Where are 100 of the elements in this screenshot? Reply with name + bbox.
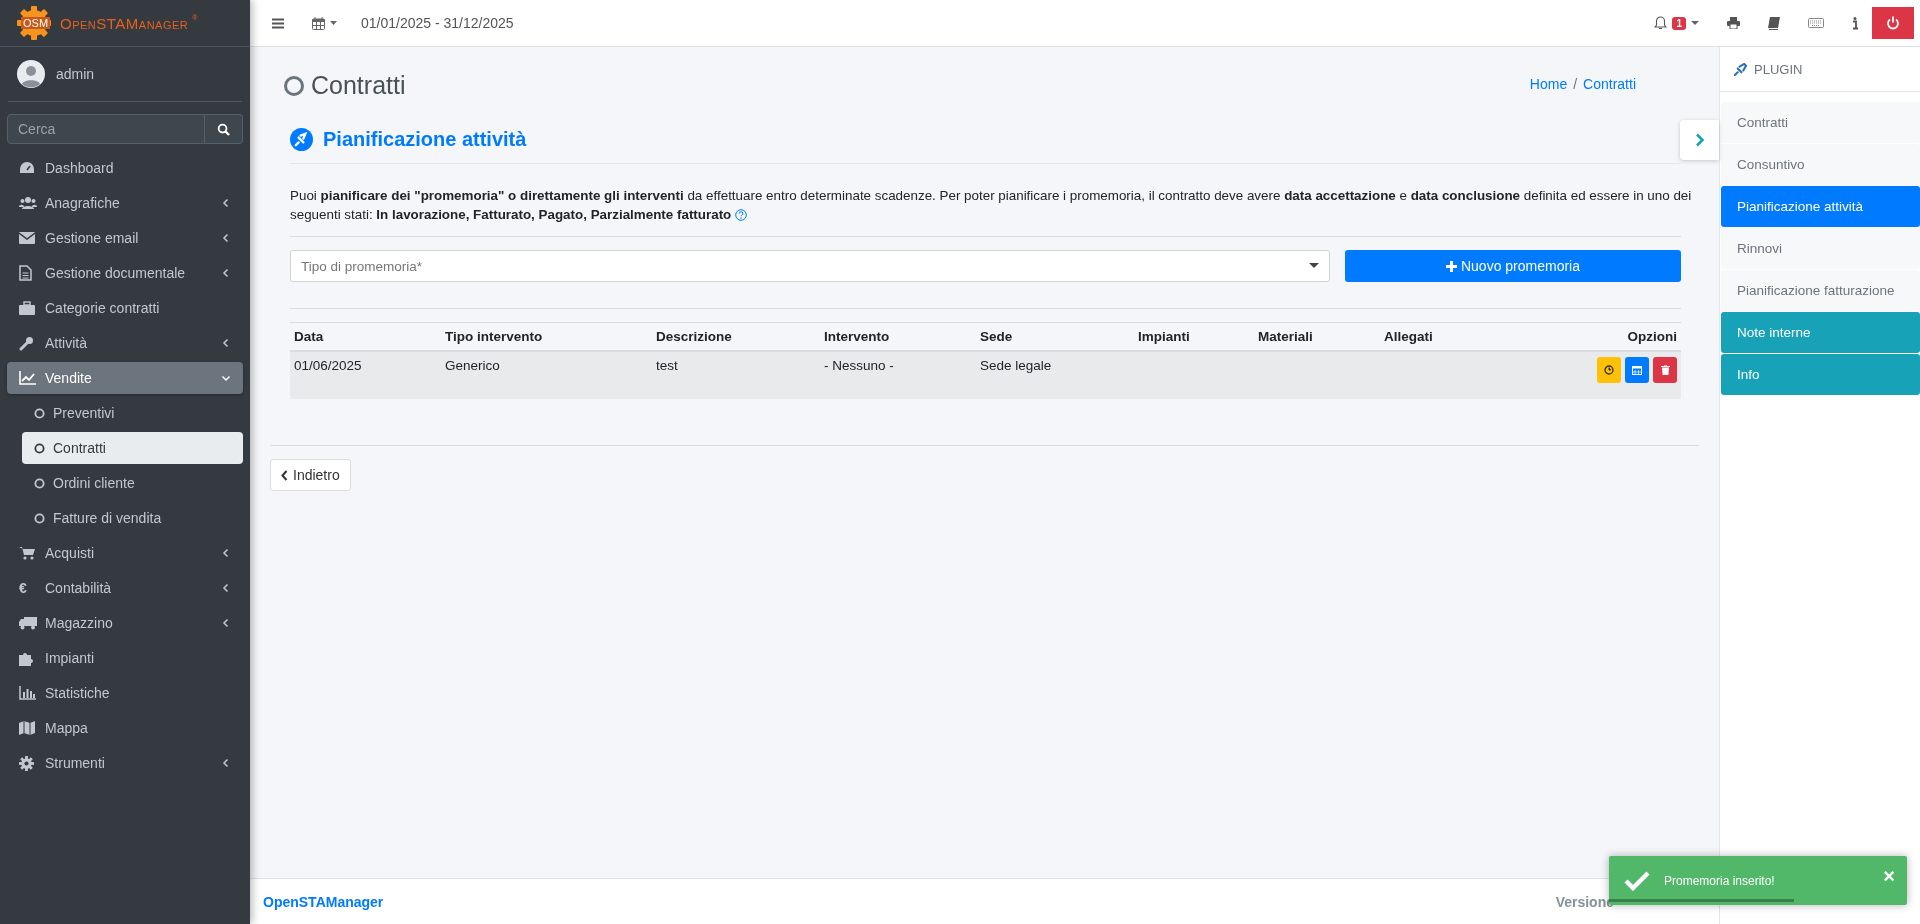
trash-icon [1660,365,1670,375]
euro-icon: € [19,580,27,596]
table-cell: Sede legale [980,358,1052,373]
table-cell: test [656,358,678,373]
cart-icon [19,546,35,560]
breadcrumb-link[interactable]: Home [1529,75,1568,92]
column-header: Data [294,329,324,344]
gear-icon [19,755,34,771]
search-icon [217,122,230,136]
plugin-tab[interactable]: Rinnovi [1721,228,1920,269]
calendar-icon [1632,365,1642,375]
table-cell: Generico [445,358,500,373]
avatar-icon [17,60,45,88]
wrench-icon [19,335,34,351]
plugin-tab[interactable]: Pianificazione fatturazione [1721,270,1920,311]
footer-brand-link[interactable]: OpenSTAManager [263,893,384,910]
keyboard-icon [1808,18,1824,28]
date-range[interactable]: 01/01/2025 - 31/12/2025 [361,15,514,31]
menu-item[interactable]: Statistiche [7,677,243,709]
submenu-item[interactable]: Ordini cliente [22,467,243,499]
description-text: Puoi pianificare dei "promemoria" o direttamente gli interventi da effettuare entro determinate scadenze. Per poter pianificare i promemoria, il contratto deve avere data accettazione e data conclusione definita ed essere in uno dei [290,187,1692,205]
briefcase-icon [19,301,35,315]
menu-item[interactable]: Strumenti [7,747,243,779]
menu-item[interactable]: Anagrafiche [7,187,243,219]
circle-icon [34,407,45,419]
bell-icon [1654,16,1668,30]
caret-icon [1309,263,1319,269]
column-header: Impianti [1138,329,1190,344]
plugin-tab[interactable]: Consuntivo [1721,144,1920,185]
table-cell: 01/06/2025 [294,358,362,373]
plug-icon [1734,62,1747,76]
breadcrumb-separator: / [1573,75,1578,92]
column-header: Sede [980,329,1013,344]
menu-item[interactable]: € Contabilità [7,572,243,604]
column-header: Materiali [1258,329,1313,344]
power-icon [1886,16,1900,30]
calendar-icon [312,16,325,30]
circle-icon [34,512,45,524]
calendar-button[interactable] [1625,357,1649,383]
plus-icon [1445,260,1457,272]
logout-button[interactable] [1872,7,1914,39]
map-icon [19,721,35,735]
toast-message: Promemoria inserito! [1664,873,1776,888]
menu-icon [272,17,284,29]
clock-button[interactable] [1597,357,1621,383]
page-title: Contratti [311,71,406,100]
chevron-left-icon [281,469,288,481]
envelope-icon [19,232,35,244]
column-header: Opzioni [1627,329,1677,344]
submenu-item[interactable]: Fatture di vendita [22,502,243,534]
info-icon [1852,16,1858,30]
dashboard-icon [19,161,35,175]
menu-item[interactable]: Attività [7,327,243,359]
logo-mark: OSM [21,17,51,29]
circle-icon [34,442,45,454]
search-button[interactable] [205,114,243,144]
notification-count: 1 [1672,16,1686,30]
checkmark-icon [1624,870,1650,891]
column-header: Descrizione [656,329,732,344]
reminder-type-select[interactable]: Tipo di promemoria* [290,250,1330,282]
chevron-right-icon [1694,133,1705,147]
book-icon [1768,16,1780,30]
submenu-item[interactable]: Contratti [22,432,243,464]
document-icon [19,265,32,281]
menu-item[interactable]: Vendite [7,362,243,394]
notifications-button[interactable]: 1 [1640,7,1713,39]
menu-item[interactable]: Categorie contratti [7,292,243,324]
bar-chart-icon [19,686,36,700]
new-reminder-button[interactable]: Nuovo promemoria [1345,250,1681,282]
help-icon[interactable] [735,208,748,221]
users-icon [19,196,37,210]
menu-item[interactable]: Mappa [7,712,243,744]
menu-item[interactable]: Dashboard [7,152,243,184]
back-button[interactable]: Indietro [270,459,351,491]
menu-item[interactable]: Acquisti [7,537,243,569]
breadcrumb-link[interactable]: Contratti [1583,75,1636,92]
card-title: Pianificazione attività [323,128,527,151]
plugin-header: PLUGIN [1754,61,1803,77]
menu-item[interactable]: Magazzino [7,607,243,639]
user-name[interactable]: admin [56,66,95,82]
printer-icon [1727,17,1740,29]
version-text: Versione [1555,893,1614,910]
truck-icon [19,616,37,630]
plugin-tab[interactable]: Pianificazione attività [1721,186,1920,227]
caret-icon [1691,20,1699,26]
description-text: seguenti stati: In lavorazione, Fatturato, Pagato, Parzialmente fatturato [290,206,732,224]
circle-icon [34,477,45,489]
app-logo-name: OpenSTAManager [60,14,189,32]
table-cell: - Nessuno - [824,358,894,373]
menu-item[interactable]: Impianti [7,642,243,674]
caret-icon [330,21,337,25]
submenu-item[interactable]: Preventivi [22,397,243,429]
column-header: Intervento [824,329,890,344]
menu-item[interactable]: Gestione email [7,222,243,254]
line-chart-icon [19,371,36,385]
search-field[interactable]: Cerca [7,114,205,144]
plugin-tab[interactable]: Contratti [1721,102,1920,143]
trash-button[interactable] [1653,357,1677,383]
clock-icon [1604,365,1614,375]
menu-item[interactable]: Gestione documentale [7,257,243,289]
